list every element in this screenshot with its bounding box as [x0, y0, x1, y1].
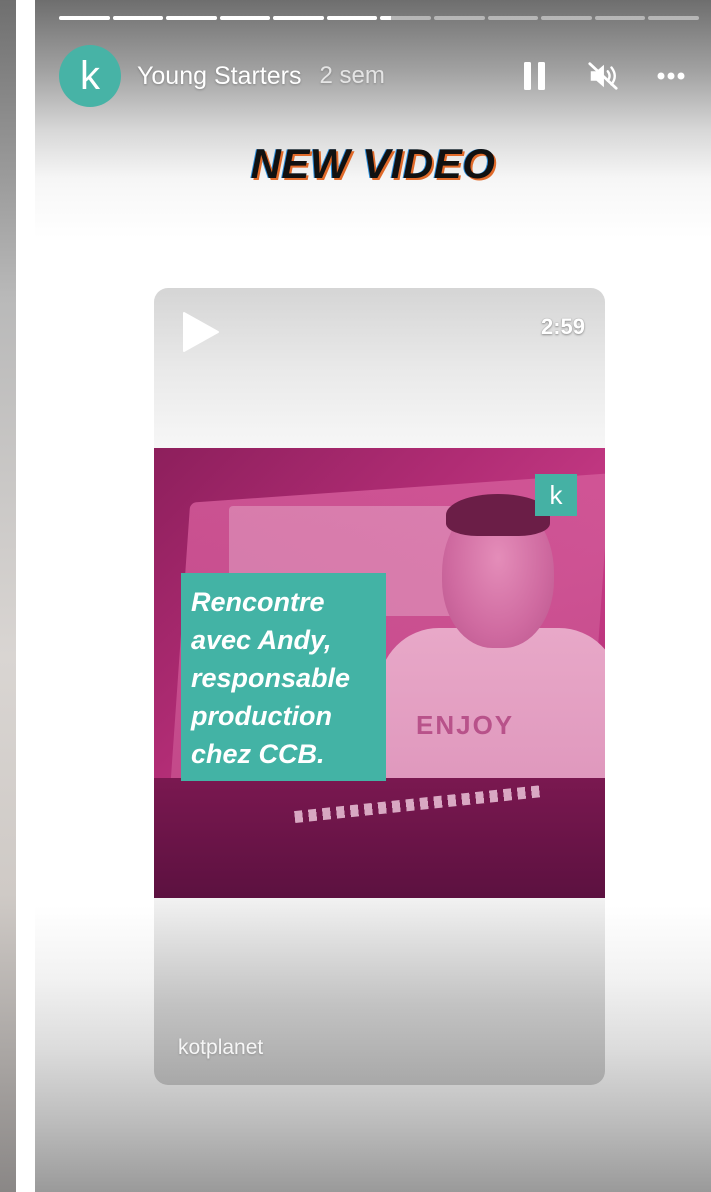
- progress-segment-fill: [59, 16, 110, 20]
- video-thumbnail[interactable]: ENJOY k Rencontre avec Andy, responsable pr…: [154, 448, 605, 898]
- progress-segment: [594, 16, 646, 20]
- previous-story-edge[interactable]: [0, 0, 16, 1192]
- progress-segment-fill: [326, 16, 378, 20]
- play-button[interactable]: [178, 310, 222, 354]
- thumbnail-caption: Rencontre avec Andy, responsable production…: [181, 573, 386, 781]
- story-progress-bar: [59, 16, 699, 20]
- logo-letter: k: [549, 479, 563, 510]
- shared-video-card[interactable]: 2:59 ENJOY k Rencontre avec Andy, responsa…: [154, 288, 605, 1085]
- play-icon: [183, 312, 219, 352]
- mute-button[interactable]: [587, 60, 619, 92]
- avatar-letter: k: [80, 54, 100, 98]
- pause-icon: [524, 62, 545, 90]
- account-name[interactable]: Young Starters: [137, 62, 301, 91]
- caption-line: Rencontre: [191, 587, 325, 617]
- progress-segment-fill: [219, 16, 271, 20]
- thumbnail-shirt-print: ENJOY: [416, 710, 515, 740]
- progress-segment: [219, 16, 271, 20]
- progress-segment: [434, 16, 485, 20]
- progress-segment: [112, 16, 164, 20]
- progress-segment-fill: [166, 16, 217, 20]
- caption-line: production: [191, 701, 332, 731]
- story-header: k Young Starters 2 sem: [59, 44, 699, 108]
- caption-line: chez CCB.: [191, 739, 325, 769]
- pause-button[interactable]: [519, 60, 551, 92]
- story-controls: [519, 60, 699, 92]
- progress-segment: [273, 16, 324, 20]
- story-title: NEW VIDEO: [250, 140, 496, 187]
- progress-segment: [380, 16, 432, 20]
- more-options-icon: [657, 72, 685, 80]
- more-options-button[interactable]: [655, 60, 687, 92]
- caption-line: responsable: [191, 663, 351, 693]
- kotplanet-logo: k: [535, 474, 577, 516]
- caption-line: avec Andy,: [191, 625, 332, 655]
- progress-segment-fill: [112, 16, 164, 20]
- progress-segment-fill: [273, 16, 324, 20]
- progress-segment: [166, 16, 217, 20]
- story-gap: [16, 0, 35, 1192]
- story-viewer: k Young Starters 2 sem NEW VIDEO 2:59 EN…: [0, 0, 711, 1192]
- account-avatar[interactable]: k: [59, 45, 121, 107]
- post-age: 2 sem: [319, 62, 385, 89]
- progress-segment: [326, 16, 378, 20]
- video-source[interactable]: kotplanet: [178, 1036, 263, 1060]
- video-duration: 2:59: [540, 314, 585, 339]
- progress-segment: [648, 16, 699, 20]
- progress-segment: [59, 16, 110, 20]
- story-frame[interactable]: k Young Starters 2 sem NEW VIDEO 2:59 EN…: [35, 0, 711, 1192]
- progress-segment: [541, 16, 592, 20]
- progress-segment: [487, 16, 539, 20]
- progress-segment-fill: [380, 16, 391, 20]
- volume-muted-icon: [588, 62, 618, 90]
